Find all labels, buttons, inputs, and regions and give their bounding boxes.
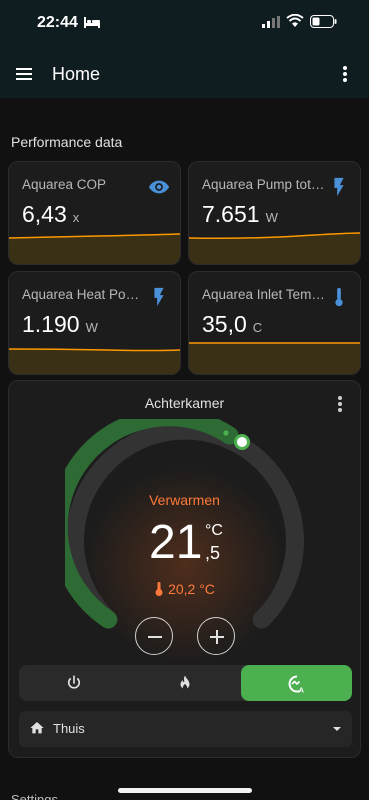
target-temperature-unit: °C [205,522,223,539]
eye-icon [148,176,170,198]
dropdown-arrow-icon [333,727,341,731]
sensor-name: Aquarea Pump tot… [202,177,325,192]
sensor-name: Aquarea COP [22,177,107,192]
power-icon [67,675,81,689]
hvac-mode-selector: A [19,665,352,701]
thermostat-auto-icon: A [288,675,305,694]
target-temperature: 21 [149,516,203,569]
section-title: Settings [11,792,58,800]
page-title: Home [52,64,101,84]
flash-icon [328,176,350,198]
bed-icon [83,16,101,34]
section-title: Performance data [11,134,123,150]
target-temperature-decimal: ,5 [205,543,221,563]
sensor-name: Aquarea Inlet Tem… [202,287,325,302]
flash-icon [148,286,170,308]
sensor-card-inlet-temp[interactable]: Aquarea Inlet Tem… 35,0 C [188,271,361,375]
dial-handle[interactable] [234,434,250,450]
sensor-card-pump-total[interactable]: Aquarea Pump tot… 7.651 W [188,161,361,265]
more-vert-icon[interactable] [335,64,355,84]
wifi-icon [286,13,304,33]
sensor-card-cop[interactable]: Aquarea COP 6,43 x [8,161,181,265]
increase-temperature-button[interactable] [197,617,235,655]
app-bar: Home [0,50,369,98]
thermometer-icon [154,582,164,599]
mode-off-button[interactable] [19,665,130,701]
current-temperature-value: 20,2 °C [168,581,215,597]
mode-heat-button[interactable] [130,665,241,701]
fire-icon [180,675,190,690]
thermometer-icon [328,286,350,308]
sensor-sparkline [9,233,180,264]
status-bar: 22:44 [0,0,369,50]
mode-auto-button[interactable]: A [241,665,352,701]
menu-icon[interactable] [14,64,34,84]
hvac-action-label: Verwarmen [149,492,220,508]
preset-value: Thuis [53,721,85,736]
plus-icon [210,630,224,644]
more-vert-icon[interactable] [330,394,350,414]
minus-icon [148,636,162,638]
sensor-sparkline [9,348,180,374]
status-time: 22:44 [37,14,78,31]
current-temperature: 20,2 °C [9,581,360,599]
sensor-sparkline [189,342,360,374]
dial-current-marker [223,430,229,436]
sensor-card-heat-power[interactable]: Aquarea Heat Pow… 1.190 W [8,271,181,375]
decrease-temperature-button[interactable] [135,617,173,655]
preset-select[interactable]: Thuis [19,711,352,747]
thermostat-name: Achterkamer [144,395,225,411]
thermostat-card: Achterkamer Verwarmen 21 °C ,5 20,2 °C A [8,380,361,758]
battery-icon [310,15,337,33]
sensor-sparkline [189,232,360,264]
sensor-name: Aquarea Heat Pow… [22,287,147,302]
signal-icon [262,15,280,33]
svg-text:A: A [299,685,305,694]
home-icon [30,722,44,734]
home-indicator[interactable] [118,788,252,793]
